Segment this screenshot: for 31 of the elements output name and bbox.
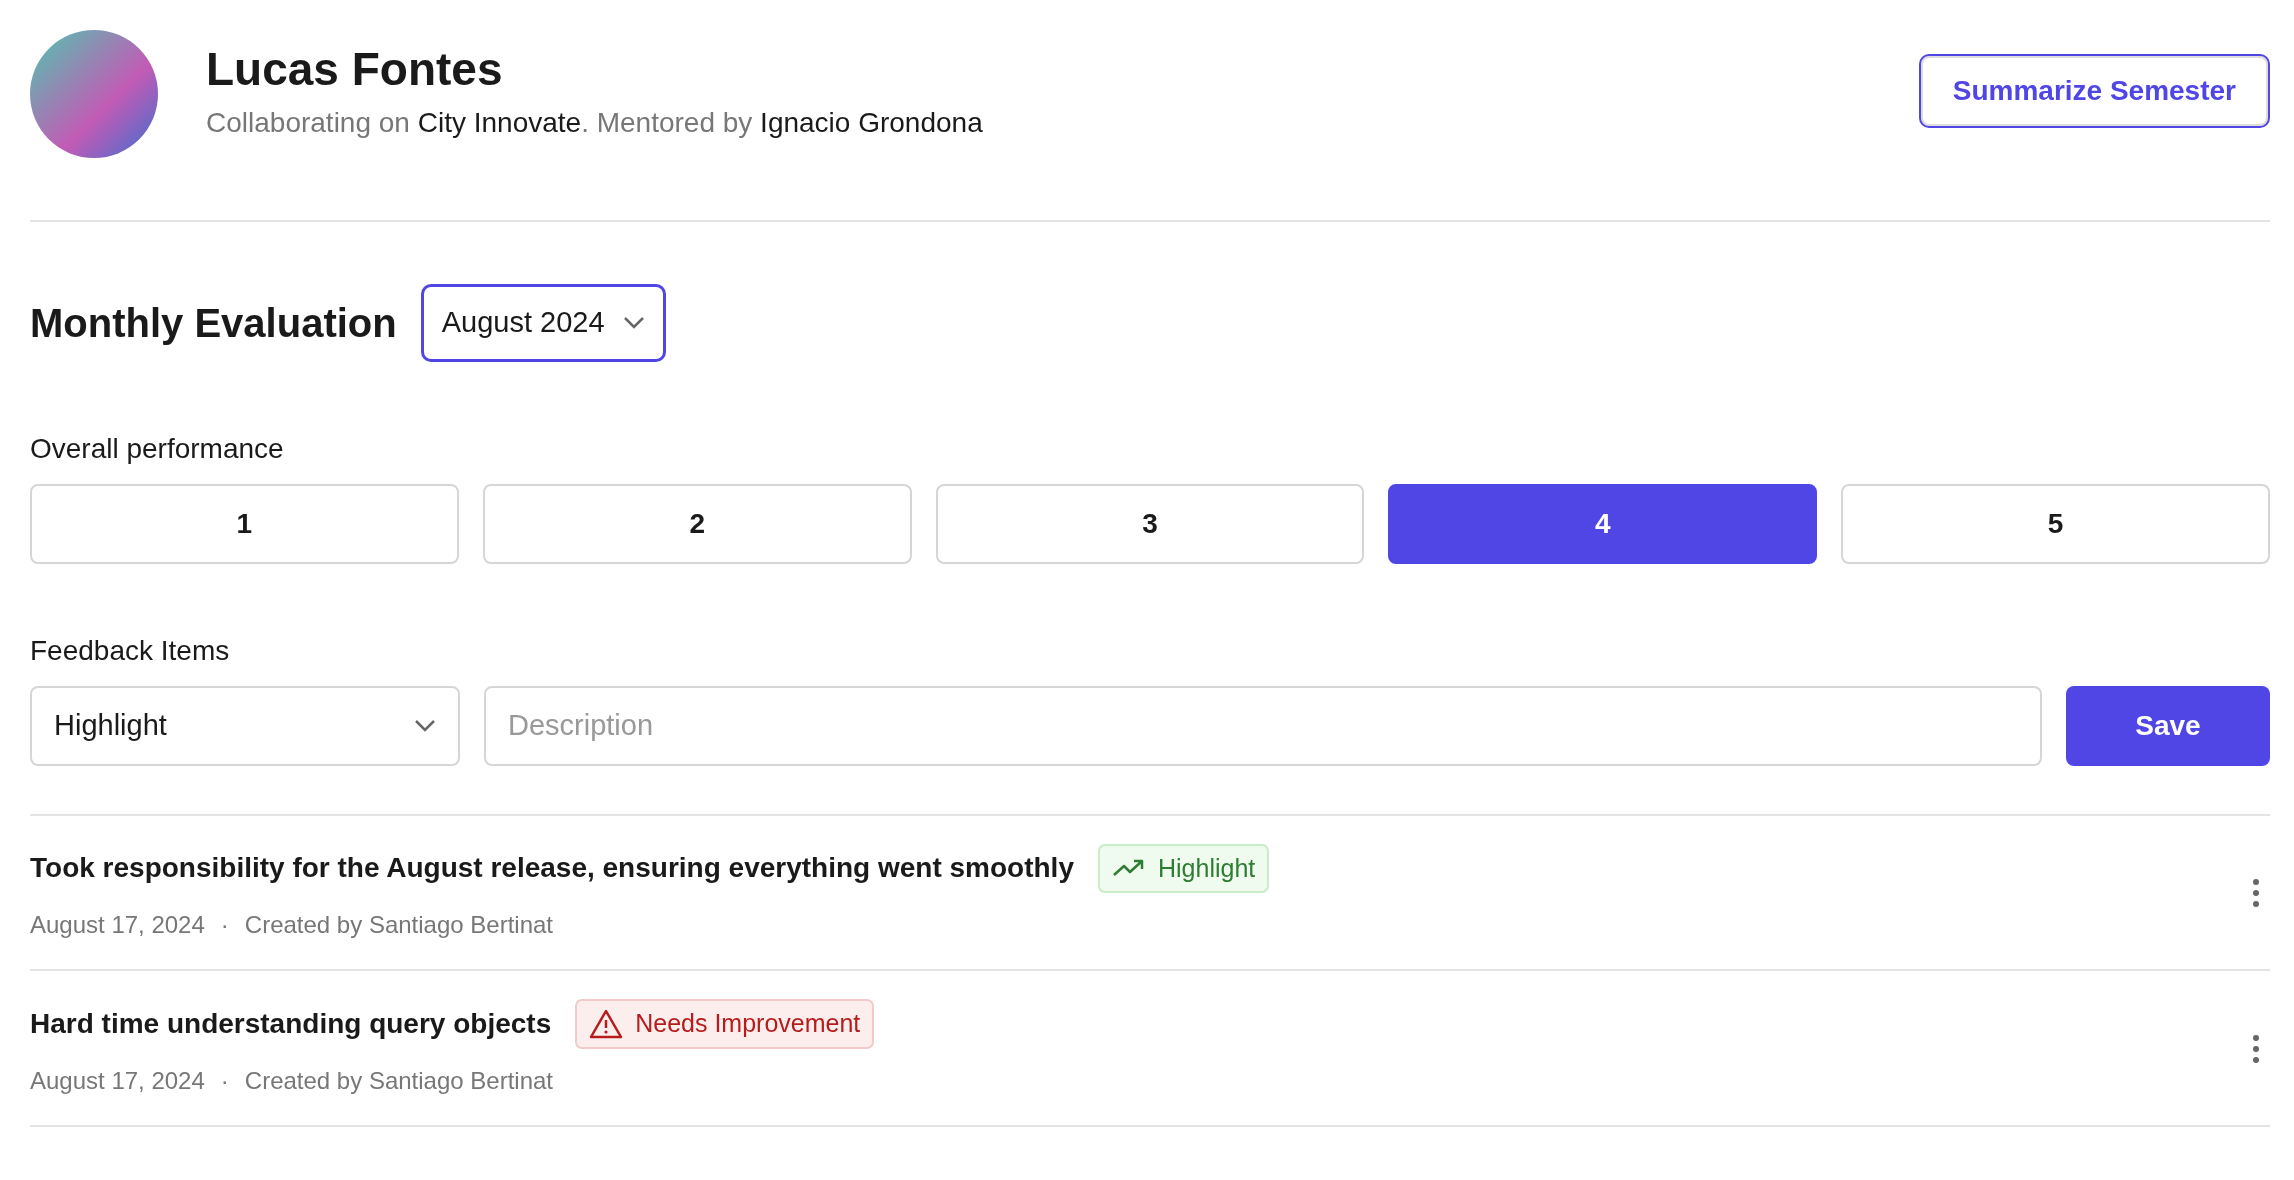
save-button[interactable]: Save: [2066, 685, 2270, 766]
description-field[interactable]: Description: [484, 685, 2042, 766]
rating-button[interactable]: 1: [30, 483, 459, 564]
rating-button[interactable]: 3: [935, 483, 1365, 564]
warning-icon: [589, 1008, 624, 1039]
month-dropdown[interactable]: August 2024: [420, 284, 666, 362]
trending-up-icon: [1111, 858, 1146, 879]
field-label: Overall performance: [30, 431, 285, 466]
feedback-author: Created by Santiago Bertinat: [244, 910, 553, 940]
feedback-date: August 17, 2024: [30, 910, 205, 940]
field-label: Feedback Items: [30, 633, 231, 668]
feedback-date: August 17, 2024: [30, 1065, 205, 1096]
separator-dot: ·: [220, 1065, 229, 1096]
feedback-author: Created by Santiago Bertinat: [244, 1065, 553, 1096]
rating-button[interactable]: 5: [1841, 483, 2270, 564]
feedback-tag: Highlight: [1097, 843, 1270, 893]
rating-button[interactable]: 4: [1388, 483, 1818, 564]
feedback-text: Took responsibility for the August release, ensuring everything went smoothly: [30, 851, 1074, 886]
kebab-menu-icon: [2252, 878, 2260, 909]
summarize-button[interactable]: Summarize Semester: [1918, 54, 2270, 128]
feedback-tag: Needs Improvement: [575, 999, 875, 1049]
chevron-down-icon: [414, 718, 436, 733]
profile-name: Lucas Fontes: [206, 43, 504, 95]
feedback-text: Hard time understanding query objects: [30, 1006, 552, 1041]
profile-subtitle: Collaborating on City Innovate. Mentored by Ignacio Grondona: [206, 106, 983, 141]
section-title: Monthly Evaluation: [30, 299, 397, 347]
kebab-menu-icon: [2252, 1033, 2260, 1064]
separator-dot: ·: [220, 910, 229, 940]
type-dropdown[interactable]: Highlight: [30, 685, 460, 766]
chevron-down-icon: [622, 315, 645, 330]
rating-button[interactable]: 2: [482, 483, 912, 564]
